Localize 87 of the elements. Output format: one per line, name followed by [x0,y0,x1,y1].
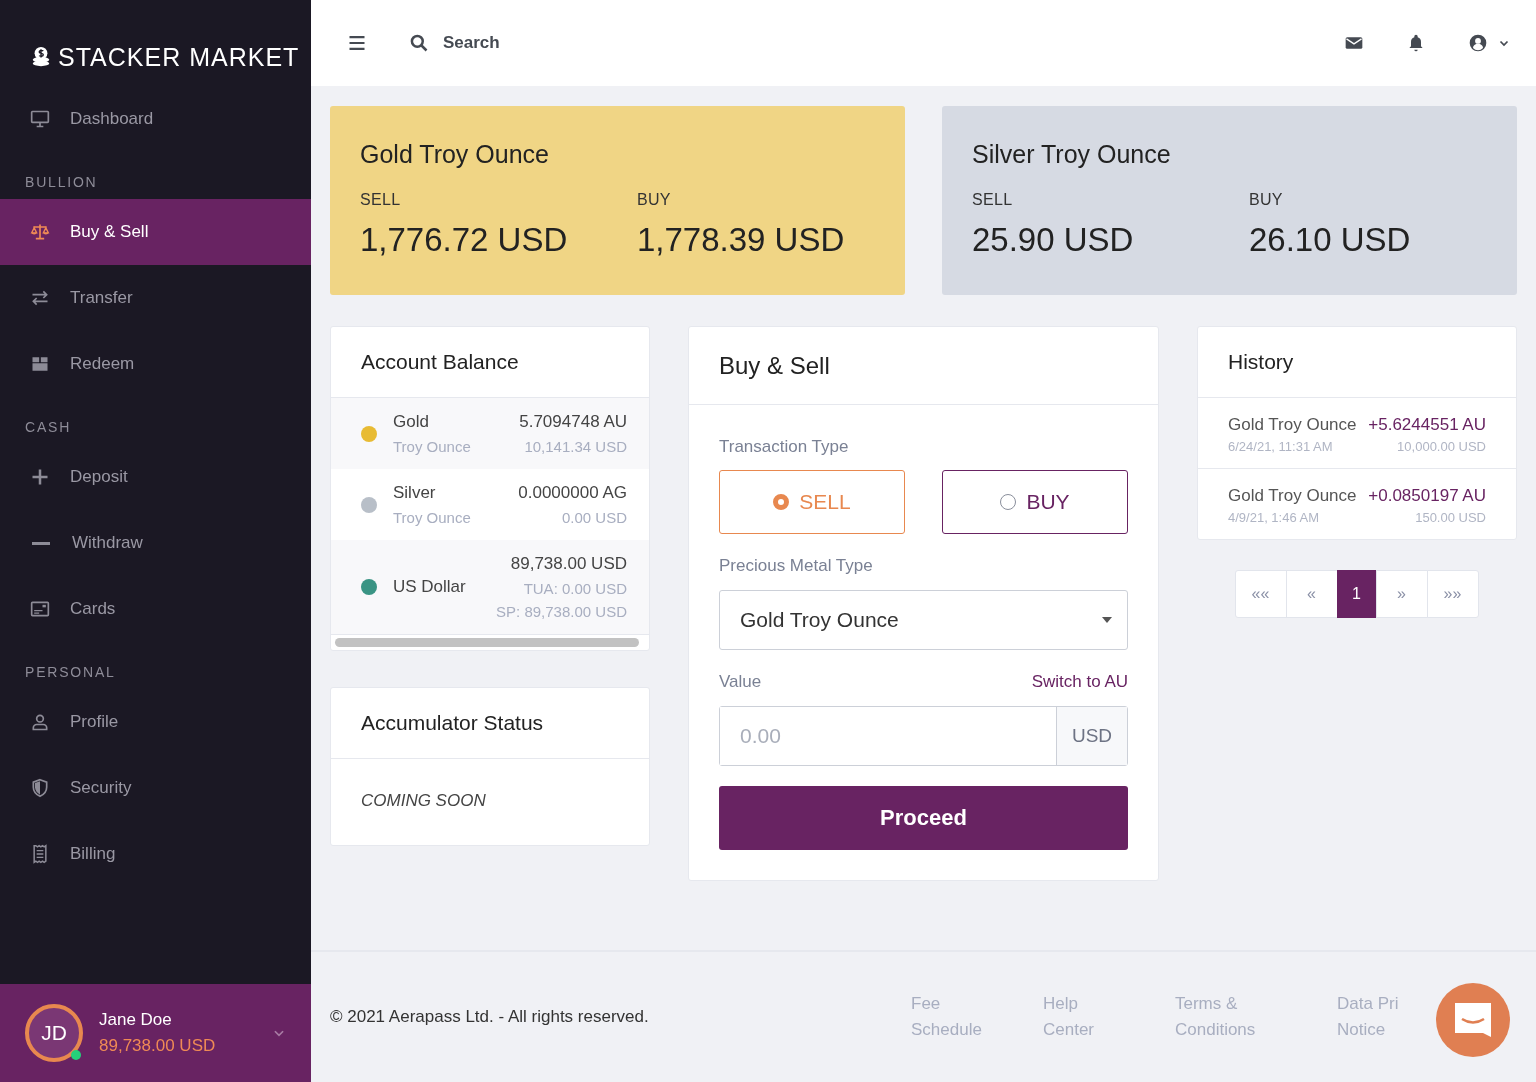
radio-option[interactable]: BUY [942,470,1128,534]
scrollbar[interactable] [335,638,639,647]
asset-name: Silver [393,483,437,503]
price-value: 1,778.39 USD [637,221,846,259]
receipt-icon [30,844,50,864]
account-menu[interactable] [1468,33,1510,53]
status-text: COMING SOON [360,790,487,812]
asset-detail: 0.00 USD [560,509,627,526]
card-title: Silver Troy Ounce [972,140,1172,169]
field-label: Value [719,672,762,692]
asset-detail: 10,141.34 USD [523,438,627,455]
minus-icon [31,541,51,545]
card-title: Accumulator Status [331,688,649,759]
field-label: Transaction Type [719,437,850,457]
sidebar-item[interactable]: Security [0,755,311,821]
transaction-date: 6/24/21, 11:31 AM [1228,439,1333,454]
sidebar-item[interactable]: Dashboard [0,86,311,152]
asset-amount: 5.7094748 AU [519,412,627,432]
user-balance: 89,738.00 USD [99,1036,217,1056]
asset-amount: 89,738.00 USD [509,554,627,574]
section-heading: PERSONAL [24,663,117,682]
asset-unit: Troy Ounce [393,438,472,455]
page-button[interactable]: «« [1234,570,1287,618]
sidebar-item[interactable]: Deposit [0,444,311,510]
caret-icon [1101,616,1113,624]
page-button[interactable]: »» [1426,570,1479,618]
card-title: Gold Troy Ounce [360,140,550,169]
value-field[interactable]: 0.00 USD [719,706,1128,766]
avatar: JD [25,1004,83,1062]
asset-amount: 0.0000000 AG [518,483,627,503]
user-icon [30,712,50,732]
chat-button[interactable] [1435,982,1511,1058]
card-title: Buy & Sell [689,327,1158,405]
plus-icon [30,467,50,487]
arrows-icon [30,288,50,308]
radio-icon [773,494,790,510]
copyright-text: © 2021 Aerapass Ltd. - All rights reserved. [330,1007,649,1027]
card-title: History [1198,327,1516,398]
sidebar-item[interactable]: Billing [0,821,311,887]
user-name: Jane Doe [99,1010,173,1030]
transaction-value: 150.00 USD [1415,510,1486,525]
brand-name: STACKER MARKET [58,42,300,72]
shield-icon [30,778,50,798]
asset-detail: SP: 89,738.00 USD [496,603,627,620]
sidebar-item[interactable]: Cards [0,576,311,642]
sidebar-item[interactable]: Withdraw [0,510,311,576]
asset-unit: Troy Ounce [393,509,472,526]
sidebar-item[interactable]: Transfer [0,265,311,331]
scale-icon [30,222,50,242]
price-label: BUY [637,191,672,209]
sidebar-item[interactable]: Buy & Sell [0,199,311,265]
transaction-name: Gold Troy Ounce [1228,486,1357,506]
page-button[interactable]: « [1285,570,1338,618]
section-heading: CASH [24,418,73,437]
box-icon [30,354,50,374]
unit-label: USD [1056,707,1127,765]
transaction-amount: +0.0850197 AU [1368,486,1486,506]
price-value: 1,776.72 USD [360,221,569,259]
asset-name: US Dollar [393,577,467,597]
sidebar-item[interactable]: Redeem [0,331,311,397]
transaction-amount: +5.6244551 AU [1368,415,1486,435]
transaction-value: 10,000.00 USD [1397,439,1486,454]
asset-detail: TUA: 0.00 USD [522,580,627,597]
monitor-icon [30,109,50,129]
price-value: 25.90 USD [972,221,1135,259]
search-field[interactable]: Search [441,32,645,54]
menu-icon[interactable] [347,33,367,53]
coins-icon [30,45,52,69]
switch-link[interactable]: Switch to AU [1031,672,1128,692]
sidebar-item[interactable]: Profile [0,689,311,755]
price-label: BUY [1249,191,1284,209]
user-circle-icon [1468,33,1488,53]
price-label: SELL [972,191,1014,209]
field-label: Precious Metal Type [719,556,874,576]
price-value: 26.10 USD [1249,221,1412,259]
page-button[interactable]: » [1375,570,1428,618]
metal-dropdown[interactable]: Gold Troy Ounce [719,590,1128,650]
price-label: SELL [360,191,402,209]
asset-name: Gold [393,412,430,432]
card-icon [30,599,50,619]
search-icon [409,33,429,53]
page-button[interactable]: 1 [1336,570,1377,618]
transaction-name: Gold Troy Ounce [1228,415,1357,435]
transaction-date: 4/9/21, 1:46 AM [1228,510,1320,525]
user-panel[interactable]: JD Jane Doe 89,738.00 USD [0,984,311,1082]
proceed-button[interactable]: Proceed [719,786,1128,850]
section-heading: BULLION [24,173,99,192]
